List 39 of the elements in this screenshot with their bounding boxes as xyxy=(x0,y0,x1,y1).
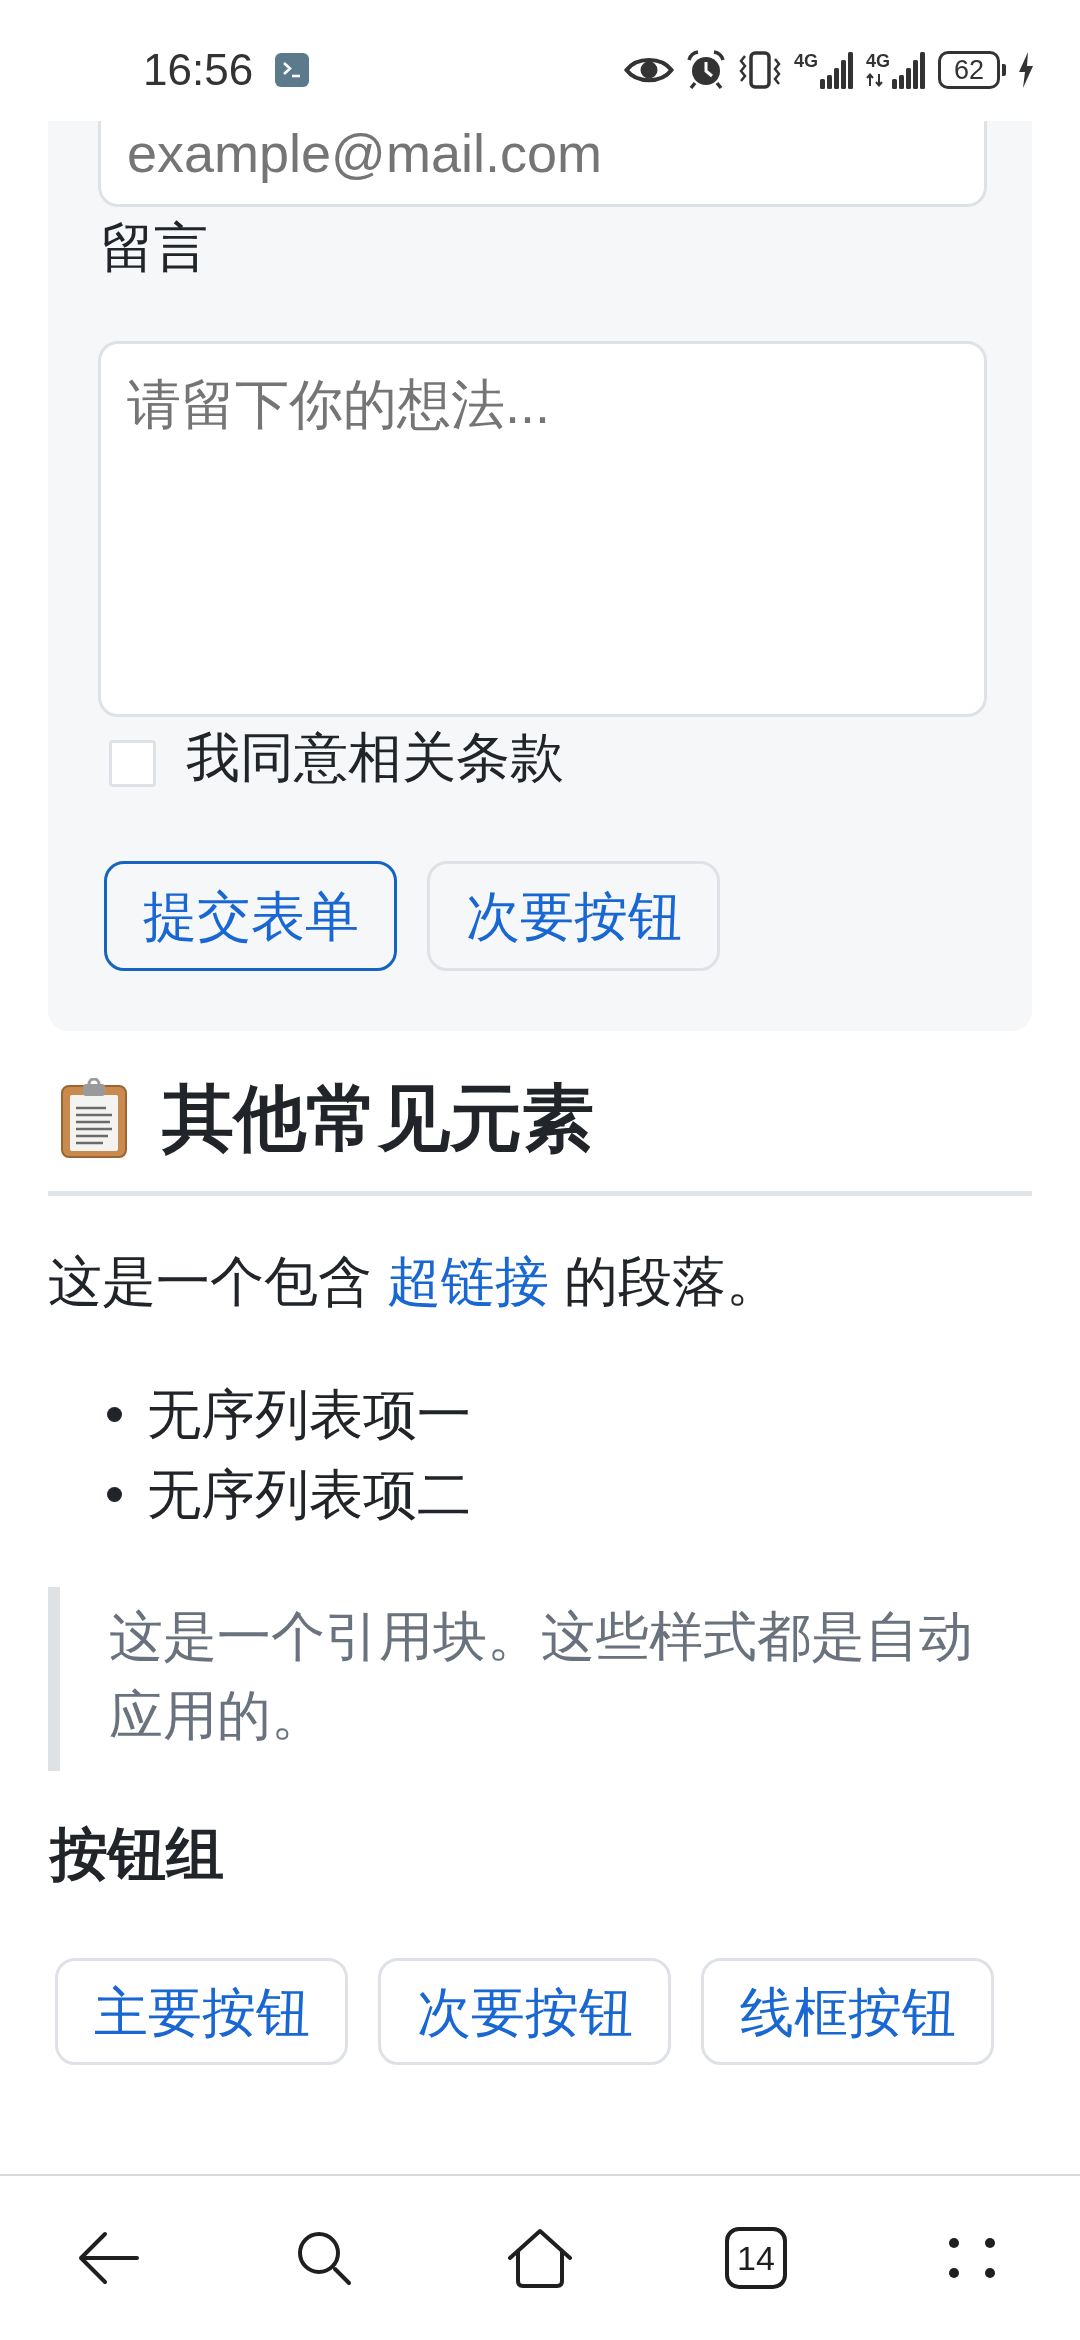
list-item: 无序列表项一 xyxy=(147,1383,471,1446)
clipboard-icon xyxy=(61,1078,127,1158)
left-arrow-icon xyxy=(77,2231,139,2285)
group-button[interactable]: 线框按钮 xyxy=(701,1958,994,2065)
home-button[interactable] xyxy=(507,2227,573,2289)
bullet-icon xyxy=(107,1486,122,1502)
status-time: 16:56 xyxy=(143,44,254,95)
group-button[interactable]: 次要按钮 xyxy=(378,1958,671,2065)
search-button[interactable] xyxy=(295,2229,353,2287)
signal-bars-icon xyxy=(820,50,854,89)
field-label: 留言 xyxy=(100,216,208,279)
menu-button[interactable] xyxy=(949,2238,995,2278)
network-type-label: 4G xyxy=(866,50,890,71)
blockquote: 这是一个引用块。这些样式都是自动应用的。 xyxy=(48,1587,1032,1771)
home-icon xyxy=(507,2227,573,2289)
message-textarea[interactable]: 请留下你的想法... xyxy=(98,341,987,717)
menu-icon xyxy=(949,2238,995,2278)
section-heading: 其他常见元素 xyxy=(162,1077,594,1160)
form-button[interactable]: 提交表单 xyxy=(104,861,397,971)
checkbox[interactable] xyxy=(109,740,156,787)
signal-bars-icon xyxy=(892,50,926,89)
search-icon xyxy=(295,2229,353,2287)
tabs-button[interactable]: 14 xyxy=(725,2227,787,2289)
battery-indicator: 62 xyxy=(938,50,1006,89)
list-item: 无序列表项二 xyxy=(147,1463,471,1526)
bullet-icon xyxy=(107,1406,122,1422)
checkbox-label: 我同意相关条款 xyxy=(186,726,564,789)
hyperlink[interactable]: 超链接 xyxy=(387,1251,549,1311)
network-type-label: 4G xyxy=(793,50,818,71)
paragraph: 这是一个包含 超链接 的段落。 xyxy=(48,1250,782,1313)
back-button[interactable] xyxy=(77,2231,139,2285)
form-button[interactable]: 次要按钮 xyxy=(427,861,720,971)
subheading: 按钮组 xyxy=(50,1820,224,1888)
alarm-clock-icon xyxy=(685,49,726,90)
vibrate-icon xyxy=(737,49,782,90)
group-button[interactable]: 主要按钮 xyxy=(55,1958,348,2065)
terminal-icon xyxy=(275,52,310,87)
email-input[interactable]: example@mail.com xyxy=(98,121,987,207)
charging-bolt-icon xyxy=(1018,51,1034,88)
